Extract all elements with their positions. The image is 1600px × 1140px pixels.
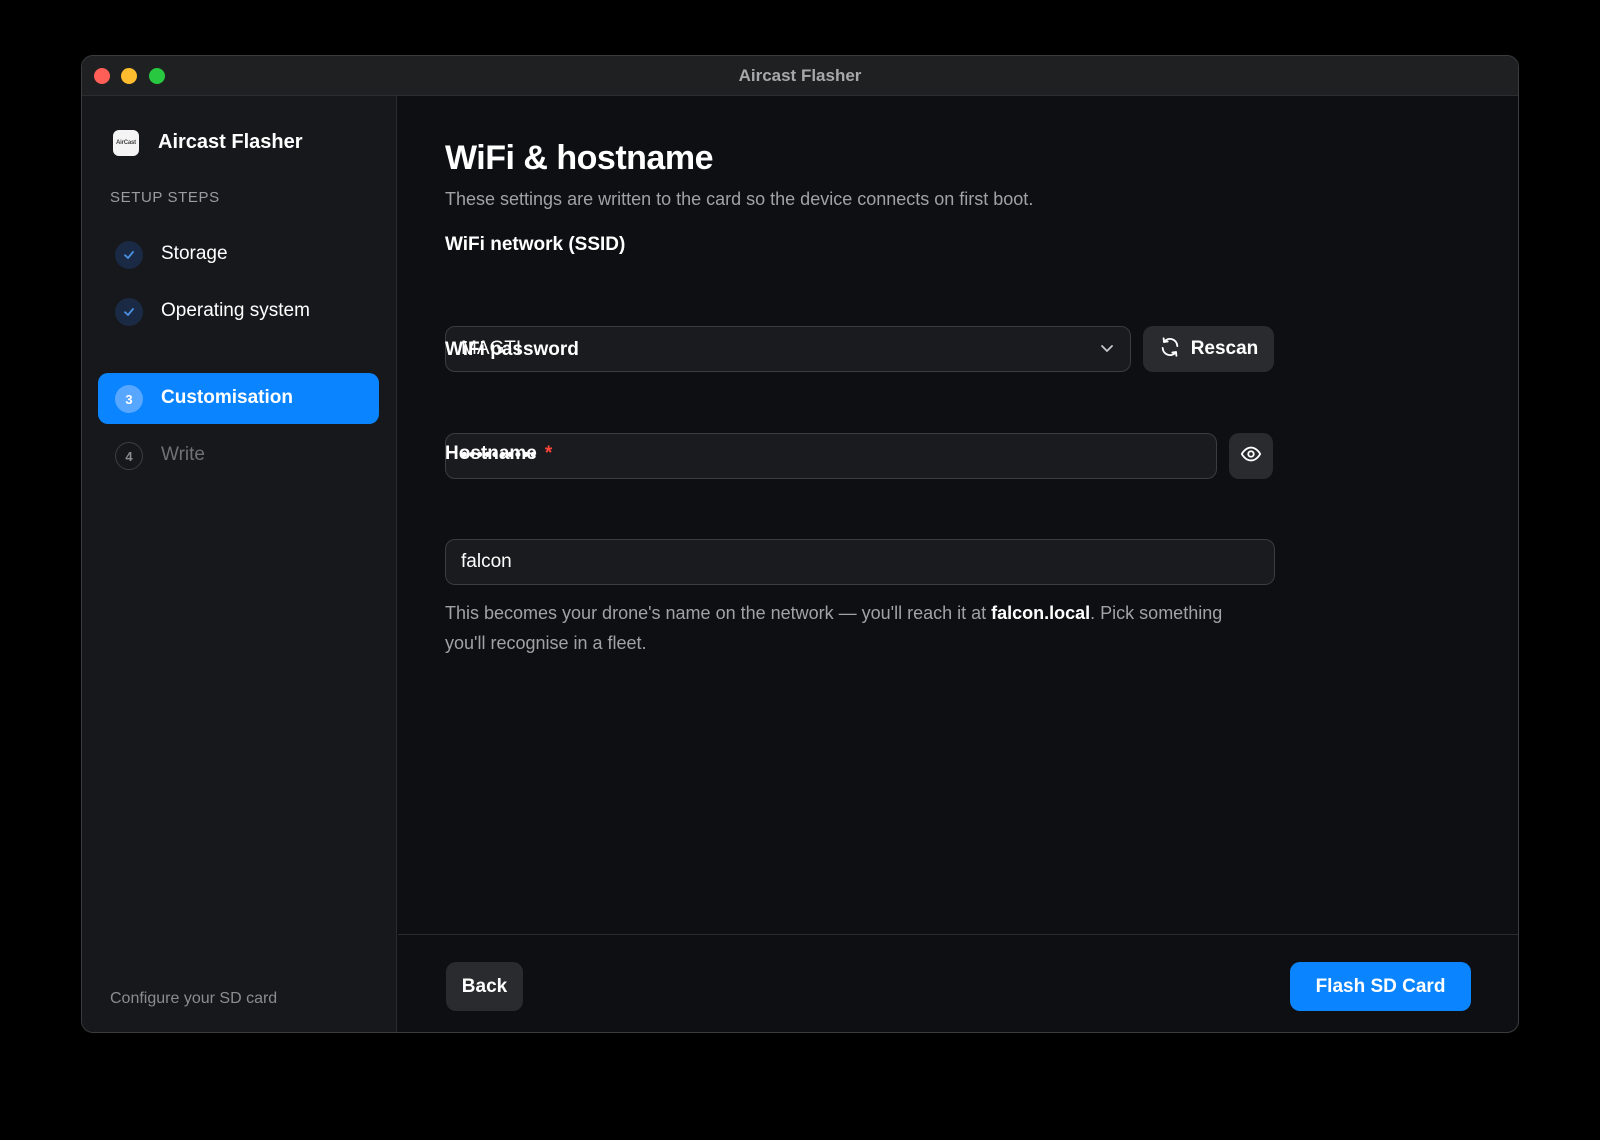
hint-hostname-local: falcon.local xyxy=(991,603,1091,623)
rescan-label: Rescan xyxy=(1190,338,1259,359)
hostname-field[interactable]: falcon xyxy=(445,539,1275,585)
hostname-value: falcon xyxy=(461,551,512,572)
step-label: Write xyxy=(161,444,205,465)
sidebar-footer-text: Configure your SD card xyxy=(110,990,278,1007)
chevron-down-icon xyxy=(1098,339,1116,363)
setup-steps-heading: SETUP STEPS xyxy=(110,189,220,206)
page-title: WiFi & hostname xyxy=(445,139,714,177)
password-field[interactable]: •••••••••• xyxy=(445,433,1217,479)
step-number-badge: 4 xyxy=(115,442,143,470)
step-label: Customisation xyxy=(161,387,293,408)
app-logo-icon: AirCast xyxy=(113,130,139,156)
step-label: Operating system xyxy=(161,300,310,321)
step-operating-system[interactable]: Operating system xyxy=(98,286,379,337)
hint-prefix: This becomes your drone's name on the ne… xyxy=(445,603,992,623)
check-icon xyxy=(115,241,143,269)
refresh-icon xyxy=(1159,336,1181,363)
hostname-label-text: Hostname xyxy=(445,443,537,464)
check-icon xyxy=(115,298,143,326)
step-storage[interactable]: Storage xyxy=(98,229,379,280)
window-title: Aircast Flasher xyxy=(738,66,862,85)
password-label: WiFi password xyxy=(445,339,579,360)
rescan-button[interactable]: Rescan xyxy=(1143,326,1274,372)
ssid-label: WiFi network (SSID) xyxy=(445,234,626,255)
step-write[interactable]: 4 Write xyxy=(98,430,379,481)
step-label: Storage xyxy=(161,243,228,264)
app-name: Aircast Flasher xyxy=(158,131,303,153)
app-logo-text: AirCast xyxy=(116,140,136,146)
app-window: Aircast Flasher AirCast Aircast Flasher … xyxy=(81,55,1519,1033)
main-panel: WiFi & hostname These settings are writt… xyxy=(398,96,1518,1032)
hostname-label: Hostname * xyxy=(445,443,552,465)
sidebar: AirCast Aircast Flasher SETUP STEPS Stor… xyxy=(82,96,397,1032)
flash-sd-card-button[interactable]: Flash SD Card xyxy=(1290,962,1471,1011)
required-marker: * xyxy=(544,443,553,464)
eye-icon xyxy=(1240,443,1262,470)
footer-divider xyxy=(398,934,1518,935)
page-description: These settings are written to the card s… xyxy=(445,189,1034,209)
hostname-hint: This becomes your drone's name on the ne… xyxy=(445,598,1245,658)
back-button[interactable]: Back xyxy=(446,962,523,1011)
show-password-button[interactable] xyxy=(1229,433,1273,479)
step-customisation[interactable]: 3 Customisation xyxy=(98,373,379,424)
title-bar: Aircast Flasher xyxy=(82,56,1518,96)
step-number-badge: 3 xyxy=(115,385,143,413)
